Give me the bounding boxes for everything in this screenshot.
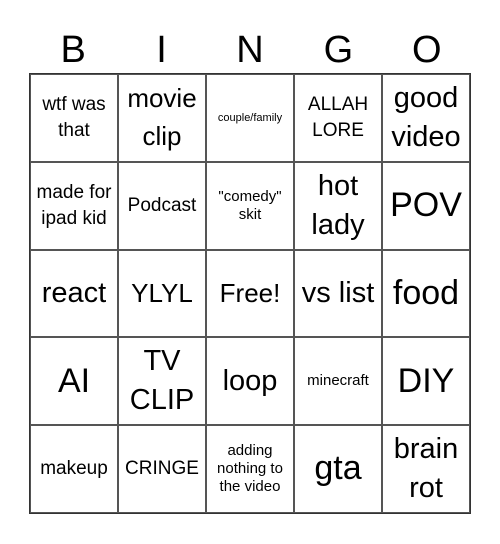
header-letter-b: B — [60, 29, 86, 71]
bingo-cell[interactable]: food — [382, 249, 470, 338]
bingo-cell[interactable]: react — [30, 249, 118, 338]
bingo-cell[interactable]: movie clip — [118, 74, 206, 162]
bingo-cell[interactable]: ALLAH LORE — [294, 74, 382, 162]
bingo-cell[interactable]: makeup — [30, 425, 118, 513]
bingo-cell[interactable]: CRINGE — [118, 425, 206, 513]
bingo-cell[interactable]: DIY — [382, 337, 470, 426]
bingo-cell[interactable]: AI — [30, 337, 118, 426]
bingo-cell[interactable]: adding nothing to the video — [206, 425, 294, 513]
bingo-cell[interactable]: brain rot — [382, 425, 470, 513]
bingo-cell[interactable]: Podcast — [118, 161, 206, 250]
bingo-cell[interactable]: vs list — [294, 249, 382, 338]
bingo-cell[interactable]: couple/family — [206, 74, 294, 162]
bingo-cell[interactable]: made for ipad kid — [30, 161, 118, 250]
bingo-cell[interactable]: YLYL — [118, 249, 206, 338]
bingo-header: B I N G O — [29, 28, 471, 72]
bingo-cell[interactable]: wtf was that — [30, 74, 118, 162]
bingo-grid: wtf was that movie clip couple/family AL… — [29, 73, 471, 514]
bingo-cell[interactable]: loop — [206, 337, 294, 426]
header-letter-g: G — [323, 29, 354, 71]
bingo-cell[interactable]: good video — [382, 74, 470, 162]
bingo-cell[interactable]: minecraft — [294, 337, 382, 426]
bingo-cell[interactable]: "comedy" skit — [206, 161, 294, 250]
bingo-cell[interactable]: TV CLIP — [118, 337, 206, 426]
bingo-cell[interactable]: Free! — [206, 249, 294, 338]
bingo-cell[interactable]: gta — [294, 425, 382, 513]
bingo-cell[interactable]: POV — [382, 161, 470, 250]
header-letter-i: I — [156, 29, 167, 71]
header-letter-n: N — [236, 29, 264, 71]
header-letter-o: O — [411, 29, 442, 71]
bingo-cell[interactable]: hot lady — [294, 161, 382, 250]
